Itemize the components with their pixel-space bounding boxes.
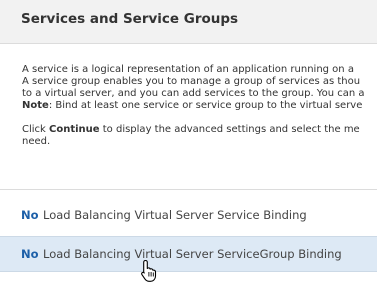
- service-binding-count[interactable]: No: [21, 208, 39, 222]
- click-suffix: to display the advanced settings and sel…: [99, 124, 360, 135]
- continue-instruction: Click Continue to display the advanced s…: [22, 124, 377, 136]
- hand-pointer-icon: [141, 259, 157, 282]
- click-prefix: Click: [22, 124, 50, 135]
- description-line: to a virtual server, and you can add ser…: [22, 88, 365, 99]
- note-line: Note: Bind at least one service or servi…: [22, 100, 377, 112]
- description-line: A service is a logical representation of…: [22, 64, 354, 75]
- servicegroup-binding-count[interactable]: No: [21, 247, 39, 261]
- services-panel: Services and Service Groups A service is…: [0, 0, 377, 284]
- description-line: A service group enables you to manage a …: [22, 76, 361, 87]
- panel-header: Services and Service Groups: [0, 0, 377, 44]
- section-divider: [0, 189, 377, 190]
- service-binding-row[interactable]: No Load Balancing Virtual Server Service…: [0, 198, 377, 234]
- note-text: : Bind at least one service or service g…: [48, 100, 363, 111]
- service-binding-label: Load Balancing Virtual Server Service Bi…: [43, 208, 307, 222]
- servicegroup-binding-label: Load Balancing Virtual Server ServiceGro…: [43, 247, 342, 261]
- continue-label: Continue: [49, 124, 100, 135]
- description-line: need.: [22, 136, 51, 147]
- note-label: Note: [22, 100, 49, 111]
- servicegroup-binding-row[interactable]: No Load Balancing Virtual Server Service…: [0, 236, 377, 272]
- panel-title: Services and Service Groups: [21, 11, 239, 27]
- panel-description: A service is a logical representation of…: [22, 64, 377, 148]
